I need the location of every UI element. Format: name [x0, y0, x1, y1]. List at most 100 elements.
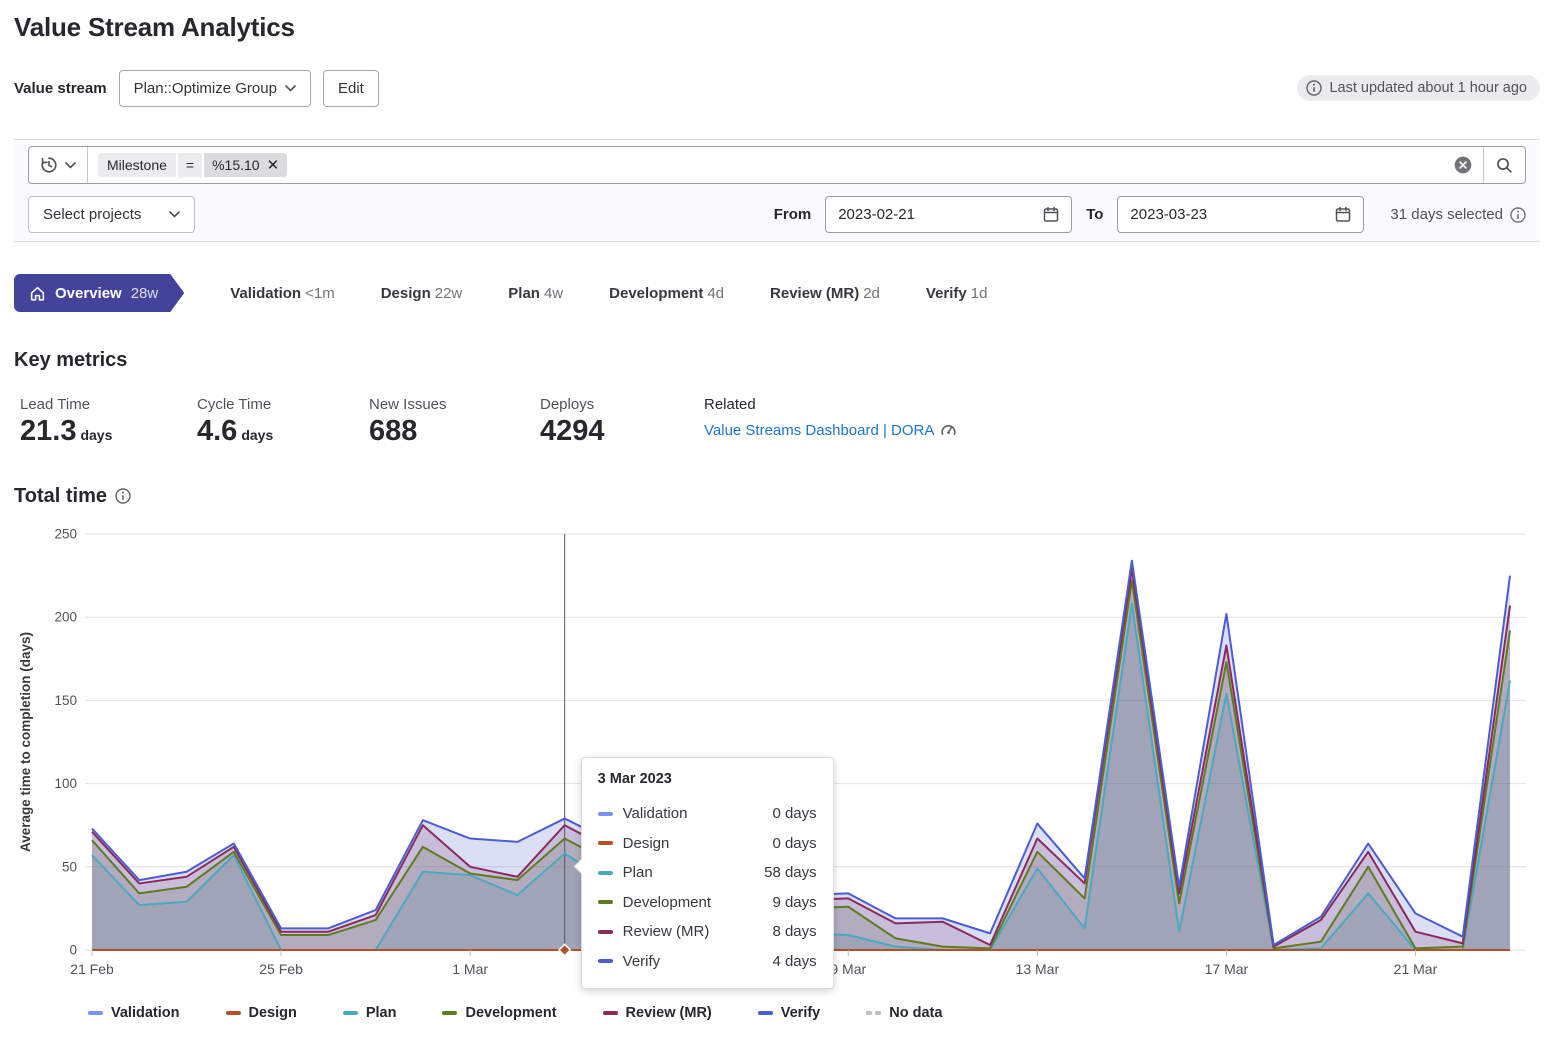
- stage-value: 1d: [971, 285, 988, 302]
- tooltip-title: 3 Mar 2023: [598, 771, 817, 787]
- to-label: To: [1086, 206, 1103, 223]
- key-metrics-row: Lead Time21.3daysCycle Time4.6daysNew Is…: [14, 396, 1540, 448]
- milestone-filter-token[interactable]: Milestone = %15.10 ✕: [98, 153, 287, 177]
- tooltip-row: Review (MR)8 days: [598, 917, 817, 947]
- metric-value: 688: [369, 416, 540, 448]
- stage-label: Review (MR): [770, 285, 859, 302]
- tab-review-mr[interactable]: Review (MR)2d: [770, 285, 880, 302]
- tooltip-series-value: 9 days: [772, 894, 816, 911]
- related-links: Related Value Streams Dashboard | DORA: [704, 396, 957, 448]
- tooltip-series-name: Review (MR): [623, 923, 763, 940]
- stage-value: 2d: [863, 285, 880, 302]
- metric-unit: days: [241, 428, 273, 443]
- legend-item-verify[interactable]: Verify: [758, 1005, 821, 1021]
- tooltip-series-name: Verify: [623, 953, 763, 970]
- info-icon: [1510, 207, 1526, 223]
- info-icon[interactable]: [115, 488, 131, 504]
- legend-swatch: [758, 1011, 773, 1015]
- home-icon: [29, 285, 46, 302]
- from-date-input[interactable]: [838, 206, 1043, 223]
- value-stream-label: Value stream: [14, 80, 107, 97]
- chevron-down-icon: [65, 162, 76, 169]
- history-icon: [40, 156, 58, 174]
- metric-value: 4294: [540, 416, 704, 448]
- value-streams-dashboard-link[interactable]: Value Streams Dashboard | DORA: [704, 422, 957, 439]
- tab-plan[interactable]: Plan4w: [508, 285, 563, 302]
- from-label: From: [774, 206, 812, 223]
- series-swatch: [598, 900, 613, 904]
- x-tick-label: 25 Feb: [259, 961, 303, 977]
- legend-swatch: [343, 1011, 358, 1015]
- filtered-search: Milestone = %15.10 ✕: [28, 146, 1526, 184]
- stage-label: Plan: [508, 285, 540, 302]
- value-stream-analytics-page: Value Stream Analytics Value stream Plan…: [0, 12, 1554, 1021]
- x-tick-label: 21 Mar: [1394, 961, 1438, 977]
- y-tick-label: 250: [54, 526, 77, 541]
- legend-item-review-mr[interactable]: Review (MR): [603, 1005, 712, 1021]
- stage-label: Verify: [926, 285, 967, 302]
- tab-design[interactable]: Design22w: [381, 285, 463, 302]
- tab-overview[interactable]: Overview 28w: [14, 274, 184, 312]
- tooltip-series-value: 0 days: [772, 805, 816, 822]
- legend-item-validation[interactable]: Validation: [88, 1005, 180, 1021]
- y-tick-label: 100: [54, 776, 77, 791]
- calendar-icon[interactable]: [1335, 206, 1351, 223]
- tooltip-series-name: Development: [623, 894, 763, 911]
- value-stream-selected: Plan::Optimize Group: [134, 80, 277, 97]
- search-history-dropdown[interactable]: [29, 147, 88, 183]
- total-time-heading: Total time: [14, 485, 1540, 508]
- tooltip-row: Development 9 days: [598, 887, 817, 917]
- info-icon: [1306, 80, 1322, 96]
- stage-label: Validation: [230, 285, 301, 302]
- metric-unit: days: [80, 428, 112, 443]
- page-title: Value Stream Analytics: [14, 12, 1540, 43]
- chevron-down-icon: [169, 211, 180, 218]
- legend-item-plan[interactable]: Plan: [343, 1005, 397, 1021]
- y-tick-label: 150: [54, 693, 77, 708]
- series-swatch: [598, 959, 613, 963]
- legend-label: Validation: [111, 1005, 180, 1021]
- metric-number: 21.3: [20, 416, 76, 448]
- y-tick-label: 50: [62, 859, 77, 874]
- related-label: Related: [704, 396, 957, 413]
- edit-button[interactable]: Edit: [323, 70, 379, 107]
- tab-verify[interactable]: Verify1d: [926, 285, 988, 302]
- tooltip-row: Validation0 days: [598, 799, 817, 829]
- tooltip-row: Plan58 days: [598, 858, 817, 888]
- legend-label: Verify: [781, 1005, 821, 1021]
- clear-search-button[interactable]: [1443, 147, 1483, 183]
- calendar-icon[interactable]: [1043, 206, 1059, 223]
- search-button[interactable]: [1483, 147, 1525, 183]
- filter-bar: Milestone = %15.10 ✕: [14, 139, 1540, 242]
- legend-label: Development: [465, 1005, 556, 1021]
- legend-swatch: [88, 1011, 103, 1015]
- y-tick-label: 200: [54, 610, 77, 625]
- metric-number: 688: [369, 416, 417, 448]
- tab-development[interactable]: Development4d: [609, 285, 724, 302]
- chart-legend: Validation Design Plan Development Review (M…: [88, 1005, 1540, 1021]
- stage-value: 4d: [707, 285, 724, 302]
- tab-validation[interactable]: Validation<1m: [230, 285, 334, 302]
- tooltip-series-name: Plan: [623, 864, 754, 881]
- value-stream-dropdown[interactable]: Plan::Optimize Group: [119, 70, 311, 107]
- x-tick-label: 9 Mar: [830, 961, 866, 977]
- legend-item-development[interactable]: Development: [442, 1005, 556, 1021]
- legend-swatch: [603, 1011, 618, 1015]
- to-date-input[interactable]: [1130, 206, 1335, 223]
- filter-search-input[interactable]: [295, 157, 1433, 174]
- legend-item-no-data[interactable]: No data: [866, 1005, 942, 1021]
- token-close-icon[interactable]: ✕: [267, 158, 280, 173]
- series-swatch: [598, 812, 613, 816]
- legend-item-design[interactable]: Design: [226, 1005, 297, 1021]
- last-updated-text: Last updated about 1 hour ago: [1329, 80, 1527, 96]
- stage-value: <1m: [305, 285, 335, 302]
- x-tick-label: 21 Feb: [70, 961, 114, 977]
- tooltip-series-name: Design: [623, 835, 763, 852]
- stage-value: 22w: [435, 285, 463, 302]
- tooltip-series-value: 4 days: [772, 953, 816, 970]
- select-projects-dropdown[interactable]: Select projects: [28, 196, 195, 233]
- y-tick-label: 0: [69, 942, 77, 957]
- legend-label: No data: [889, 1005, 942, 1021]
- from-date-field: [825, 196, 1072, 233]
- legend-label: Design: [249, 1005, 297, 1021]
